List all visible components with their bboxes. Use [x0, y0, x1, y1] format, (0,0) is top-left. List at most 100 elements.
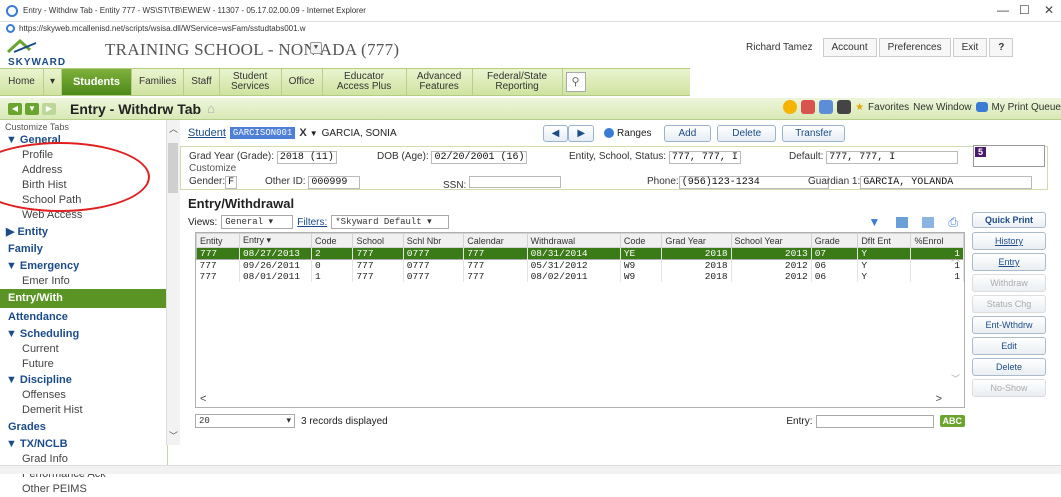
ranges-link[interactable]: Ranges: [617, 128, 651, 139]
scroll-right-icon[interactable]: >: [936, 393, 942, 405]
delete-button[interactable]: Delete: [972, 358, 1046, 376]
grid-scroll-down-icon[interactable]: ﹀: [951, 372, 960, 385]
preferences-link[interactable]: Preferences: [878, 37, 951, 57]
nav-office[interactable]: Office: [282, 69, 323, 95]
edit-button[interactable]: Edit: [972, 337, 1046, 355]
entry-search-input[interactable]: [815, 414, 934, 428]
abc-button[interactable]: ABC: [939, 415, 965, 427]
withdraw-button[interactable]: Withdraw: [972, 274, 1046, 292]
chart-icon[interactable]: [896, 216, 909, 228]
ent-wthdrw-button[interactable]: Ent-Wthdrw: [972, 316, 1046, 334]
sidebar-section-grades[interactable]: Grades: [0, 418, 167, 436]
nav-home[interactable]: Home: [0, 69, 44, 95]
col-withdrawal[interactable]: Withdrawal: [526, 233, 621, 248]
exit-link[interactable]: Exit: [952, 37, 988, 57]
nav-students[interactable]: Students: [62, 69, 132, 95]
sidebar-item-offenses[interactable]: Offenses: [0, 388, 167, 403]
scroll-left-icon[interactable]: <: [200, 393, 206, 405]
binoculars-icon[interactable]: [837, 100, 852, 114]
close-button[interactable]: ✕: [1044, 3, 1054, 17]
table-row[interactable]: 777 08/27/2013 2 777 0777 777 08/31/2014…: [196, 247, 964, 260]
sidebar-item-future[interactable]: Future: [0, 357, 167, 372]
sidebar-item-demerit-hist[interactable]: Demerit Hist: [0, 403, 167, 418]
col-code-2[interactable]: Code: [619, 233, 663, 248]
maximize-button[interactable]: ☐: [1019, 3, 1030, 17]
sidebar-group-txnclb[interactable]: ▼ TX/NCLB: [0, 436, 167, 452]
scroll-down-icon[interactable]: ﹀: [167, 429, 180, 442]
note-icon[interactable]: [819, 100, 834, 114]
alert-icon[interactable]: [783, 100, 798, 114]
col-schl-nbr[interactable]: Schl Nbr: [402, 233, 465, 248]
account-link[interactable]: Account: [822, 37, 877, 57]
col-school[interactable]: School: [352, 233, 404, 248]
print-icon[interactable]: ⎙: [948, 215, 958, 230]
transfer-button[interactable]: Transfer: [782, 124, 846, 142]
clear-student-icon[interactable]: X: [299, 127, 306, 139]
school-dropdown-icon[interactable]: ▼: [310, 42, 322, 54]
col-calendar[interactable]: Calendar: [463, 233, 528, 248]
col-entry[interactable]: Entry ▾: [238, 233, 312, 248]
alert-count-badge[interactable]: 5: [975, 147, 987, 157]
page-size-select[interactable]: 20 ▾: [195, 414, 295, 428]
chevron-down-icon[interactable]: ▾: [44, 69, 62, 95]
table-row[interactable]: 777 09/26/2011 0 777 0777 777 05/31/2012…: [196, 259, 964, 271]
home-icon[interactable]: ⌂: [207, 101, 215, 116]
nav-federal[interactable]: Federal/State Reporting: [473, 69, 563, 95]
sidebar-item-current[interactable]: Current: [0, 342, 167, 357]
prev-student-button[interactable]: ◀: [542, 124, 569, 142]
nav-families[interactable]: Families: [132, 69, 185, 95]
sidebar-section-family[interactable]: Family: [0, 240, 167, 258]
filters-select[interactable]: *Skyward Default ▾: [331, 215, 450, 229]
sidebar-group-scheduling[interactable]: ▼ Scheduling: [0, 326, 167, 342]
sidebar-section-attendance[interactable]: Attendance: [0, 308, 167, 326]
sidebar-group-emergency[interactable]: ▼ Emergency: [0, 258, 167, 274]
forward-arrow-icon[interactable]: ▶: [42, 103, 56, 115]
tab-nav-arrows[interactable]: ◀ ▼ ▶: [8, 103, 56, 115]
table-row[interactable]: 777 08/01/2011 1 777 0777 777 08/02/2011…: [196, 271, 964, 282]
print-queue-link[interactable]: My Print Queue: [992, 102, 1061, 113]
sidebar-item-entry-with[interactable]: Entry/With: [0, 289, 167, 308]
back-arrow-icon[interactable]: ◀: [8, 103, 22, 115]
col-grad-year[interactable]: Grad Year: [661, 233, 732, 248]
filters-link[interactable]: Filters:: [297, 217, 327, 228]
sidebar-item-other-peims[interactable]: Other PEIMS: [0, 482, 167, 497]
filter-icon[interactable]: ▼: [869, 215, 881, 229]
grid-scroll-up-icon[interactable]: ︿: [951, 251, 960, 264]
quick-print-button[interactable]: Quick Print: [972, 212, 1046, 228]
new-window-link[interactable]: New Window: [913, 102, 971, 113]
col-grade[interactable]: Grade: [810, 233, 859, 248]
col-dflt-ent[interactable]: Dflt Ent: [857, 233, 912, 248]
tab-dropdown-icon[interactable]: ▼: [25, 103, 39, 115]
views-select[interactable]: General ▾: [221, 215, 294, 229]
no-show-button[interactable]: No-Show: [972, 379, 1046, 397]
sidebar-scroll-thumb[interactable]: [168, 143, 178, 193]
sidebar-group-discipline[interactable]: ▼ Discipline: [0, 372, 167, 388]
student-id-field[interactable]: GARCISON001: [229, 127, 296, 139]
entry-button[interactable]: Entry: [972, 253, 1046, 271]
nav-educator[interactable]: Educator Access Plus: [323, 69, 407, 95]
address-bar[interactable]: https://skyweb.mcallenisd.net/scripts/ws…: [0, 22, 560, 35]
search-icon[interactable]: ⚲: [565, 72, 586, 92]
col-enrol[interactable]: %Enrol: [910, 233, 964, 248]
add-button[interactable]: Add: [663, 124, 712, 142]
nav-advanced[interactable]: Advanced Features: [407, 69, 473, 95]
next-student-button[interactable]: ▶: [568, 124, 595, 142]
customize-tabs-link[interactable]: Customize Tabs: [0, 120, 167, 132]
sidebar-item-emer-info[interactable]: Emer Info: [0, 274, 167, 289]
customize-link[interactable]: Customize: [189, 163, 236, 174]
export-icon[interactable]: [922, 216, 935, 228]
scroll-up-icon[interactable]: ︿: [167, 122, 180, 135]
col-code[interactable]: Code: [310, 233, 354, 248]
col-school-year[interactable]: School Year: [730, 233, 812, 248]
help-button[interactable]: ?: [989, 37, 1014, 57]
student-label[interactable]: Student: [188, 127, 226, 139]
nav-student-services[interactable]: Student Services: [220, 69, 282, 95]
nav-staff[interactable]: Staff: [184, 69, 220, 95]
col-entity[interactable]: Entity: [196, 233, 240, 248]
warning-icon[interactable]: [801, 100, 816, 114]
delete-student-button[interactable]: Delete: [717, 124, 777, 142]
sidebar-group-entity[interactable]: ▶ Entity: [0, 223, 167, 240]
minimize-button[interactable]: —: [997, 3, 1009, 17]
status-chg-button[interactable]: Status Chg: [972, 295, 1046, 313]
student-dropdown-icon[interactable]: ▼: [310, 129, 318, 138]
